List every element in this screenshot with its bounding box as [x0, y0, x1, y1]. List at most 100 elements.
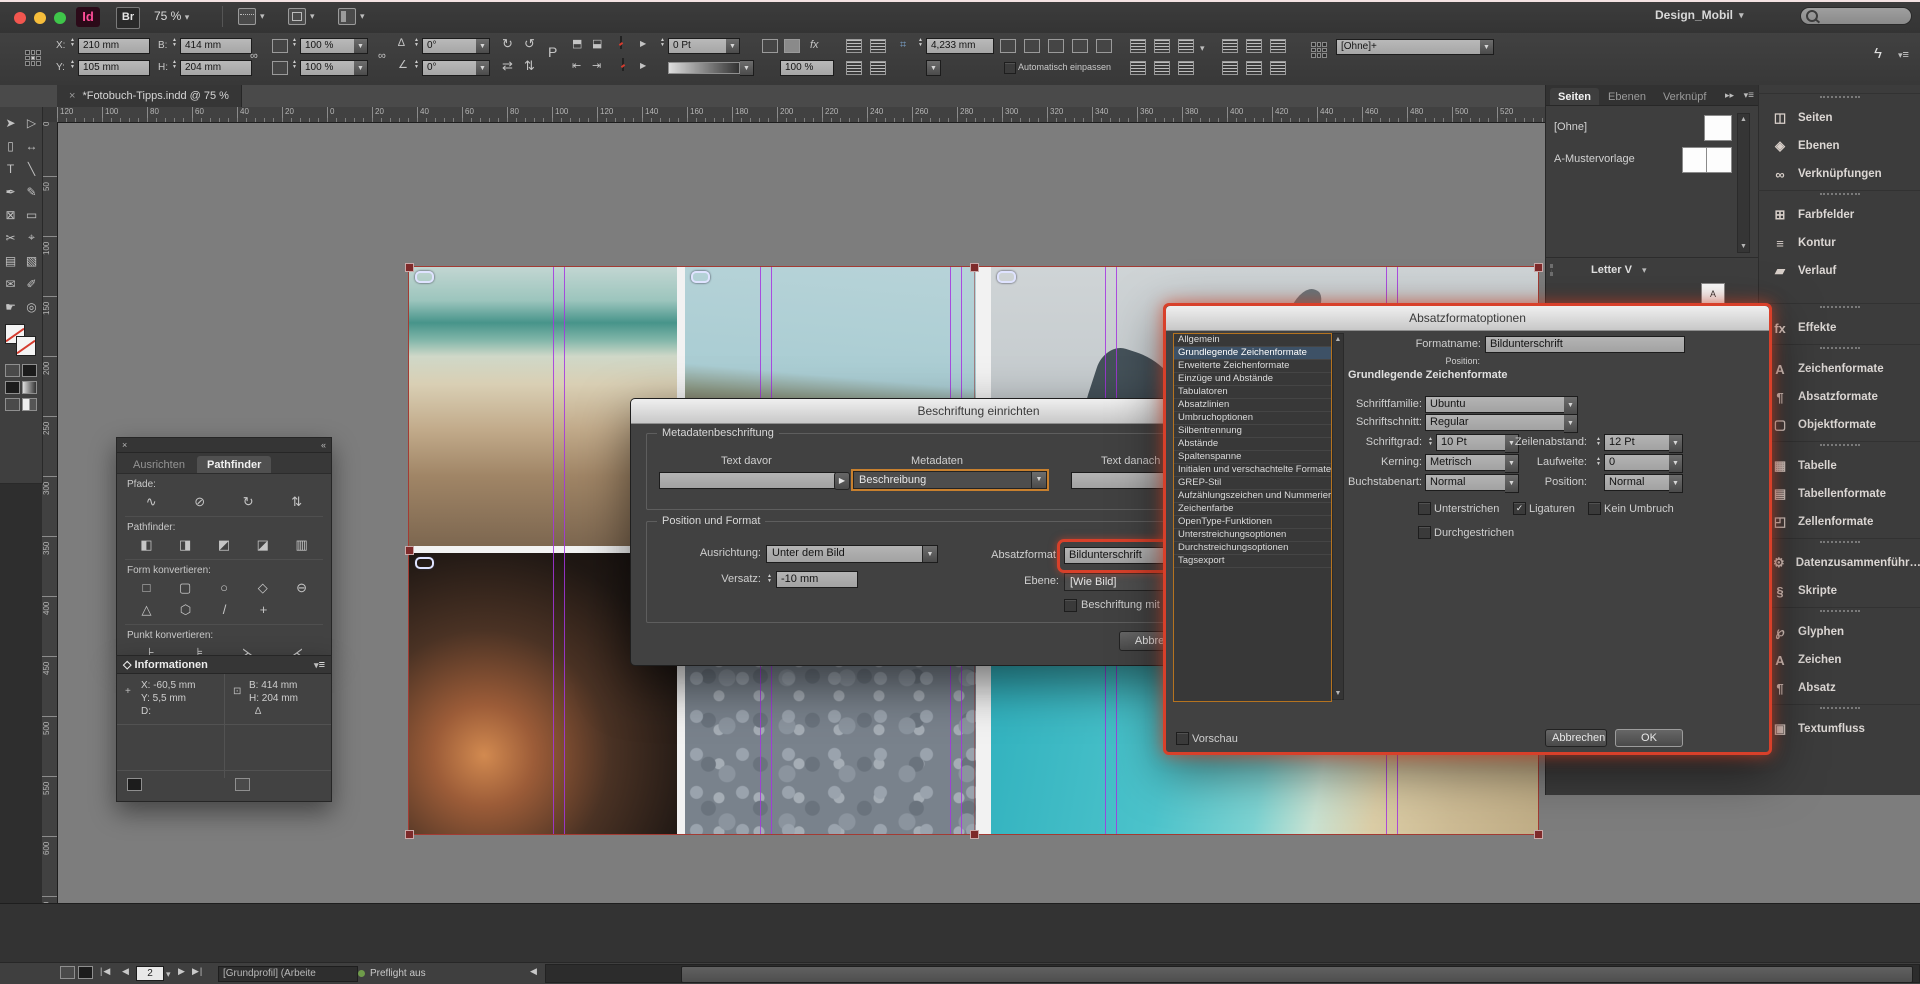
- reference-point-proxy[interactable]: [24, 49, 42, 67]
- drag-handle-icon[interactable]: [1550, 264, 1563, 276]
- leading-stepper[interactable]: ▲▼: [1594, 434, 1603, 450]
- distribute-bottom-icon[interactable]: [1270, 61, 1286, 75]
- scrollbar-thumb[interactable]: [681, 966, 1913, 983]
- stroke-swatch[interactable]: [620, 36, 622, 49]
- flip-vertical-button[interactable]: ⇅: [524, 59, 535, 73]
- rotation-stepper[interactable]: ▲▼: [412, 38, 421, 48]
- search-input[interactable]: [1800, 7, 1912, 25]
- list-item[interactable]: Aufzählungszeichen und Nummerierung: [1174, 490, 1331, 503]
- convert-rectangle-icon[interactable]: □: [127, 579, 166, 597]
- rectangle-tool[interactable]: ▭: [21, 203, 42, 226]
- leading-dropdown[interactable]: ▼: [1669, 434, 1683, 453]
- scale-x-field[interactable]: 100 %: [300, 38, 358, 54]
- dock-textumfluss[interactable]: ▣ Textumfluss: [1758, 715, 1920, 743]
- constrain-proportions-icon[interactable]: ∞: [250, 49, 258, 63]
- list-item[interactable]: Umbruchoptionen: [1174, 412, 1331, 425]
- list-item[interactable]: Silbentrennung: [1174, 425, 1331, 438]
- offset-field[interactable]: -10 mm: [776, 571, 858, 588]
- rotate-cw-button[interactable]: ↻: [502, 37, 513, 51]
- apply-gradient-button[interactable]: [22, 381, 37, 394]
- convert-inverse-rounded-icon[interactable]: ⊖: [282, 579, 321, 597]
- select-content-icon[interactable]: ⬓: [592, 37, 602, 51]
- font-style-dropdown[interactable]: ▼: [1564, 414, 1578, 433]
- dock-zellenformate[interactable]: ◰ Zellenformate: [1758, 508, 1920, 536]
- gap-tool[interactable]: ↔: [21, 134, 42, 157]
- reverse-path-icon[interactable]: ⇅: [273, 493, 322, 511]
- apply-none-button[interactable]: [5, 398, 20, 411]
- list-item[interactable]: Initialen und verschachtelte Formate: [1174, 464, 1331, 477]
- shear-field[interactable]: 0°: [422, 60, 480, 76]
- preflight-status-text[interactable]: Preflight aus: [370, 968, 426, 979]
- panel-menu-icon[interactable]: ▾≡: [314, 659, 325, 671]
- preflight-profile-dropdown[interactable]: [Grundprofil] (Arbeite: [218, 966, 358, 982]
- dock-separator[interactable]: [1758, 303, 1920, 314]
- hand-tool[interactable]: ☛: [0, 295, 21, 318]
- dock-gap[interactable]: [1758, 285, 1920, 301]
- distribute-middle-icon[interactable]: [1246, 61, 1262, 75]
- panel-collapse-icon[interactable]: ◇: [123, 659, 131, 671]
- list-item[interactable]: OpenType-Funktionen: [1174, 516, 1331, 529]
- view-error-icon[interactable]: [60, 966, 75, 979]
- link-badge-icon[interactable]: [691, 271, 710, 283]
- list-item[interactable]: Einzüge und Abstände: [1174, 373, 1331, 386]
- convert-beveled-rectangle-icon[interactable]: ◇: [243, 579, 282, 597]
- style-name-input[interactable]: Bildunterschrift: [1485, 336, 1685, 353]
- open-path-icon[interactable]: ↻: [224, 493, 273, 511]
- dock-zeichen[interactable]: A Zeichen: [1758, 646, 1920, 674]
- view-options-button[interactable]: ▾: [238, 8, 265, 25]
- tab-pathfinder[interactable]: Pathfinder: [197, 456, 271, 473]
- page-size-dropdown[interactable]: Letter V: [1591, 264, 1632, 276]
- intersect-icon[interactable]: ◩: [205, 536, 244, 554]
- scale-y-dropdown[interactable]: ▼: [354, 60, 368, 76]
- close-path-icon[interactable]: ⊘: [176, 493, 225, 511]
- scale-x-dropdown[interactable]: ▼: [354, 38, 368, 54]
- formatting-affects-container-icon[interactable]: [5, 364, 20, 377]
- close-tab-icon[interactable]: ×: [69, 90, 75, 102]
- convert-orthogonal-line-icon[interactable]: +: [244, 601, 283, 619]
- scale-y-stepper[interactable]: ▲▼: [290, 60, 299, 70]
- dock-absatzformate[interactable]: ¶ Absatzformate: [1758, 383, 1920, 411]
- align-right-icon[interactable]: [846, 61, 862, 75]
- save-indicator-icon[interactable]: [78, 966, 93, 979]
- offset-stepper[interactable]: ▲▼: [765, 571, 774, 587]
- dialog-title[interactable]: Absatzformatoptionen: [1166, 306, 1769, 331]
- list-item[interactable]: GREP-Stil: [1174, 477, 1331, 490]
- selection-handle[interactable]: [405, 263, 414, 272]
- distribute-center-icon[interactable]: [1154, 61, 1170, 75]
- list-item[interactable]: Tagsexport: [1174, 555, 1331, 568]
- page-thumbnail[interactable]: A: [1701, 283, 1725, 305]
- center-content-icon[interactable]: [1096, 39, 1112, 53]
- convert-rounded-rectangle-icon[interactable]: ▢: [166, 579, 205, 597]
- fit-frame-icon[interactable]: [1024, 39, 1040, 53]
- object-style-field[interactable]: [Ohne]+: [1336, 39, 1484, 55]
- selection-handle[interactable]: [405, 546, 414, 555]
- fill-stroke-swatches[interactable]: [0, 322, 42, 362]
- list-item[interactable]: Erweiterte Zeichenformate: [1174, 360, 1331, 373]
- dock-datenzusammenfuehrung[interactable]: ⚙ Datenzusammenführ…: [1758, 549, 1920, 577]
- type-tool[interactable]: T: [0, 157, 21, 180]
- convert-triangle-icon[interactable]: △: [127, 601, 166, 619]
- list-item[interactable]: Allgemein: [1174, 334, 1331, 347]
- dock-seiten[interactable]: ◫ Seiten: [1758, 104, 1920, 132]
- pencil-tool[interactable]: ✎: [21, 180, 42, 203]
- quick-apply-icon[interactable]: ϟ: [1874, 47, 1882, 61]
- font-style-field[interactable]: Regular: [1425, 414, 1567, 431]
- distribute-left-icon[interactable]: [1130, 61, 1146, 75]
- fill-swatch[interactable]: [622, 58, 624, 71]
- zoom-window-icon[interactable]: [54, 12, 66, 24]
- apply-color-button[interactable]: [5, 381, 20, 394]
- dock-objektformate[interactable]: ▢ Objektformate: [1758, 411, 1920, 439]
- note-tool[interactable]: ✉: [0, 272, 21, 295]
- minimize-window-icon[interactable]: [34, 12, 46, 24]
- vertical-ruler[interactable]: 050100150200250300350400450500550600650: [42, 122, 58, 903]
- fill-frame-icon[interactable]: [1048, 39, 1064, 53]
- horizontal-scrollbar[interactable]: [545, 964, 1920, 983]
- font-family-dropdown[interactable]: ▼: [1564, 396, 1578, 415]
- zoom-tool[interactable]: ◎: [21, 295, 42, 318]
- gradient-feather-tool[interactable]: ▧: [21, 249, 42, 272]
- object-style-dropdown[interactable]: ▼: [1480, 39, 1494, 55]
- select-previous-icon[interactable]: ⇤: [572, 59, 581, 73]
- direct-selection-tool[interactable]: ▷: [21, 111, 42, 134]
- line-tool[interactable]: ╲: [21, 157, 42, 180]
- align-middle-icon[interactable]: [1246, 39, 1262, 53]
